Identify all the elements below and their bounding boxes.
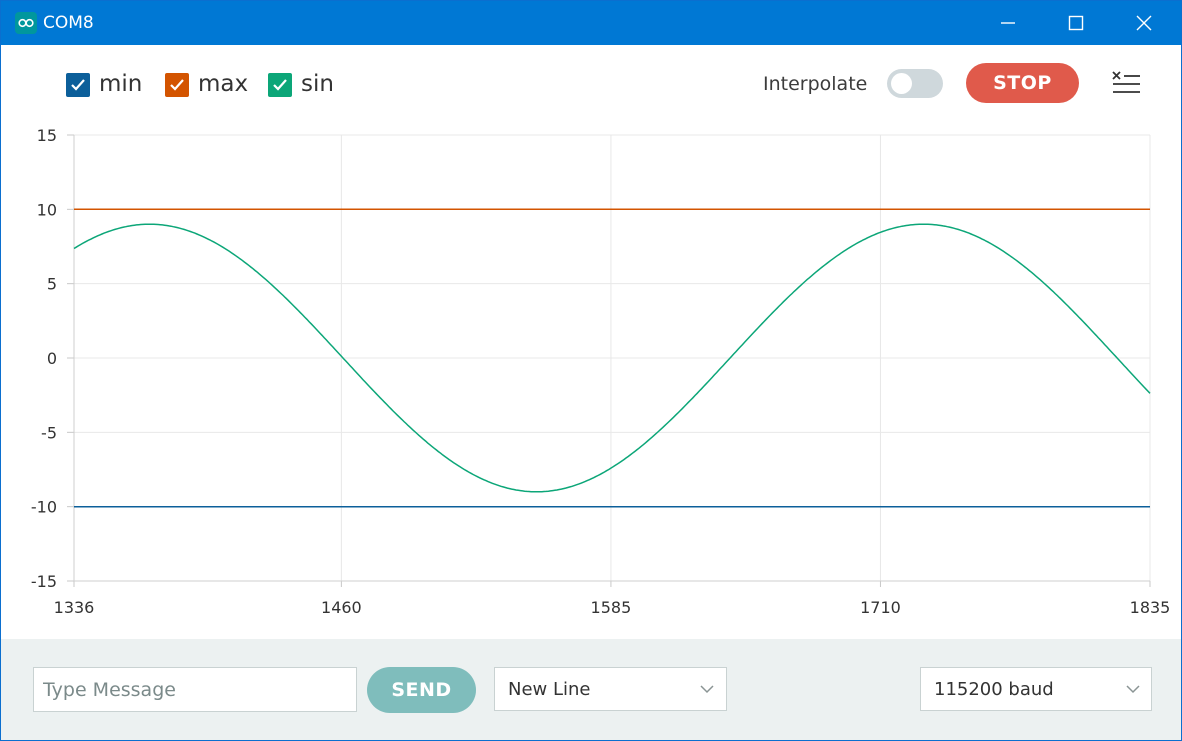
y-tick-label: 5 bbox=[47, 275, 57, 294]
message-bar: SEND New Line 115200 baud bbox=[1, 639, 1181, 740]
max-checkbox[interactable] bbox=[165, 73, 189, 97]
close-button[interactable] bbox=[1115, 1, 1173, 45]
y-tick-label: 15 bbox=[37, 126, 57, 145]
maximize-button[interactable] bbox=[1047, 1, 1105, 45]
checkmark-icon bbox=[170, 79, 184, 91]
chevron-down-icon bbox=[700, 685, 714, 694]
arduino-logo-icon bbox=[15, 12, 37, 34]
sin-checkbox[interactable] bbox=[268, 73, 292, 97]
y-tick-label: -15 bbox=[31, 572, 57, 591]
message-input[interactable] bbox=[33, 667, 357, 712]
x-tick-label: 1460 bbox=[321, 598, 362, 617]
max-label: max bbox=[198, 71, 249, 97]
chevron-down-icon bbox=[1126, 685, 1140, 694]
y-tick-label: 10 bbox=[37, 200, 57, 219]
line-ending-select[interactable]: New Line bbox=[494, 667, 727, 711]
x-tick-label: 1336 bbox=[54, 598, 95, 617]
stop-button[interactable]: STOP bbox=[966, 63, 1079, 103]
sin-label: sin bbox=[301, 71, 334, 97]
y-tick-label: 0 bbox=[47, 349, 57, 368]
y-tick-label: -10 bbox=[31, 498, 57, 517]
send-button[interactable]: SEND bbox=[367, 667, 476, 713]
min-checkbox[interactable] bbox=[66, 73, 90, 97]
maximize-icon bbox=[1068, 15, 1084, 31]
baud-rate-value: 115200 baud bbox=[934, 679, 1054, 700]
x-tick-label: 1710 bbox=[860, 598, 901, 617]
plot-chart: 15 10 5 0 -5 -10 -15 1336 1460 1585 1710 1835 bbox=[31, 126, 1171, 617]
window-title: COM8 bbox=[43, 13, 94, 33]
chart-axes: 15 10 5 0 -5 -10 -15 1336 1460 1585 1710 1835 bbox=[31, 126, 1171, 617]
interpolate-label: Interpolate bbox=[763, 73, 868, 95]
min-label: min bbox=[99, 71, 143, 97]
y-tick-label: -5 bbox=[41, 423, 57, 442]
checkmark-icon bbox=[273, 79, 287, 91]
chart-grid bbox=[73, 134, 1151, 582]
clear-list-icon[interactable] bbox=[1109, 69, 1143, 99]
x-tick-label: 1835 bbox=[1130, 598, 1171, 617]
line-ending-value: New Line bbox=[508, 679, 591, 700]
minimize-icon bbox=[1001, 22, 1015, 24]
serial-plotter-window: COM8 min max sin Interpolate STOP 15 10 … bbox=[0, 0, 1182, 741]
interpolate-toggle[interactable] bbox=[887, 69, 943, 98]
minimize-button[interactable] bbox=[979, 1, 1037, 45]
close-icon bbox=[1136, 15, 1152, 31]
title-bar[interactable]: COM8 bbox=[1, 1, 1181, 45]
x-tick-label: 1585 bbox=[591, 598, 632, 617]
toggle-knob bbox=[891, 73, 912, 94]
checkmark-icon bbox=[71, 79, 85, 91]
baud-rate-select[interactable]: 115200 baud bbox=[920, 667, 1152, 711]
